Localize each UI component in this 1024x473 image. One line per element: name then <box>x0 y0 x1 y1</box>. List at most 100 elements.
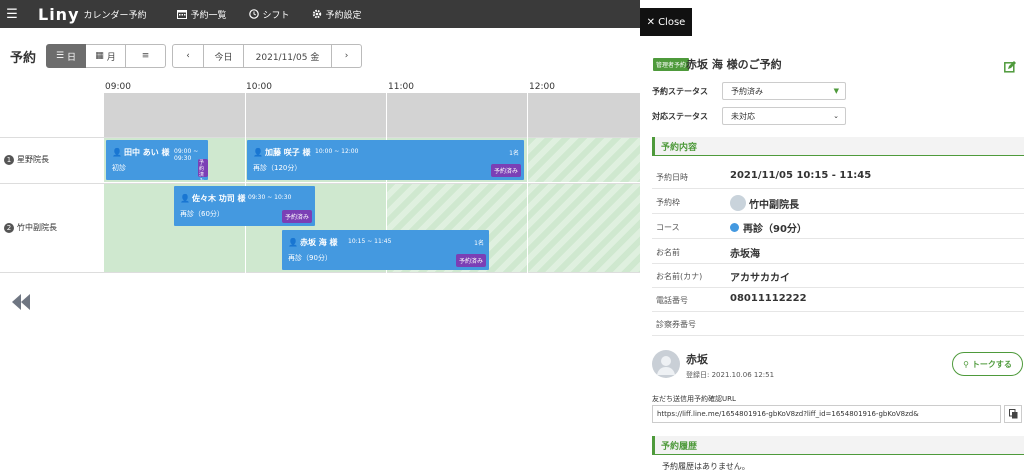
talk-button-label: トークする <box>971 359 1012 369</box>
day-view-label: 日 <box>67 52 77 63</box>
nav-item-shift[interactable]: シフト <box>248 8 290 21</box>
appointment-time: 10:15 ~ 11:45 <box>348 238 392 245</box>
close-button[interactable]: ✕ Close <box>640 8 692 36</box>
person-icon: 👤 <box>112 148 122 157</box>
course-color-dot <box>730 223 739 232</box>
next-day-button[interactable]: › <box>332 44 363 68</box>
detail-value-text: 竹中副院長 <box>749 199 799 211</box>
close-icon: ✕ <box>646 16 656 28</box>
appointment-name-text: 赤坂 海 様 <box>299 238 338 247</box>
toolbar: 予約 ☰ 日 ▦ 月 ≡ ‹ 今日 2021/11/05 金 › <box>10 44 363 68</box>
month-view-button[interactable]: ▦ 月 <box>86 44 127 68</box>
appointment-count: 1名 <box>509 150 519 157</box>
detail-label: 予約枠 <box>656 198 680 207</box>
appointment-card[interactable]: 👤田中 あい 様 09:00 ~ 09:30 初診 予約済み <box>106 140 208 180</box>
support-status-label: 対応ステータス <box>652 112 708 121</box>
detail-row: 予約日時 2021/11/05 10:15 - 11:45 <box>652 165 1024 189</box>
history-empty-text: 予約履歴はありません。 <box>662 462 750 471</box>
detail-row: お名前(カナ) アカサカカイ <box>652 264 1024 288</box>
page-title: 予約 <box>10 50 37 66</box>
appointment-card[interactable]: 👤 佐々木 功司 様 09:30 ~ 10:30 再診（60分） 予約済み <box>174 186 315 226</box>
status-label: 予約ステータス <box>652 87 708 96</box>
detail-value: 08011112222 <box>730 293 807 304</box>
chevron-down-icon: ⌄ <box>833 112 839 120</box>
detail-label: 電話番号 <box>656 296 688 305</box>
edit-icon[interactable] <box>1004 58 1016 77</box>
appointment-count: 1名 <box>474 240 484 247</box>
section-header-history: 予約履歴 <box>652 436 1024 454</box>
person-icon: 👤 <box>253 148 263 157</box>
detail-label: コース <box>656 223 680 232</box>
hour-label: 10:00 <box>246 82 272 92</box>
hour-divider <box>245 93 246 273</box>
appointment-course: 再診（90分） <box>288 254 332 262</box>
list-view-icon: ≡ <box>141 51 150 61</box>
staff-number: 2 <box>4 222 14 233</box>
hour-divider <box>527 93 528 273</box>
panel-title: 赤坂 海 様のご予約 <box>686 58 782 71</box>
day-view-button[interactable]: ☰ 日 <box>46 44 87 68</box>
support-select-value: 未対応 <box>731 111 755 121</box>
confirmation-url-field[interactable]: https://liff.line.me/1654801916-gbKoV8zd… <box>652 405 1001 423</box>
double-chevron-left-icon <box>12 294 30 310</box>
copy-icon <box>1008 409 1017 419</box>
detail-row: お名前 赤坂海 <box>652 240 1024 264</box>
section-header-details: 予約内容 <box>652 137 1024 155</box>
staff-name: 竹中副院長 <box>17 223 57 232</box>
staff-number: 1 <box>4 154 14 165</box>
appointment-name-text: 田中 あい 様 <box>123 148 170 157</box>
admin-reservation-tag: 管理者予約 <box>653 58 690 71</box>
copy-button[interactable] <box>1004 405 1022 423</box>
support-status-select[interactable]: 未対応 ⌄ <box>722 107 846 125</box>
appointment-course: 初診 <box>112 164 126 172</box>
section-divider <box>652 155 1024 156</box>
staff-label: 2 竹中副院長 <box>4 222 57 233</box>
hamburger-icon[interactable]: ☰ <box>0 7 24 22</box>
appointment-name-text: 加藤 咲子 様 <box>264 148 311 157</box>
appointment-card[interactable]: 👤 赤坂 海 様 10:15 ~ 11:45 1名 再診（90分） 予約済み <box>282 230 489 270</box>
appointment-name: 👤 赤坂 海 様 <box>288 237 338 248</box>
person-icon: 👤 <box>180 194 190 203</box>
nav-item-settings[interactable]: 予約設定 <box>312 8 362 21</box>
url-label: 友だち送信用予約確認URL <box>652 395 736 403</box>
appointment-course: 再診（120分） <box>253 164 302 172</box>
detail-value: アカサカカイ <box>730 273 790 284</box>
appointment-time: 10:00 ~ 12:00 <box>315 148 359 155</box>
detail-value: 赤坂海 <box>730 249 760 260</box>
clock-icon <box>248 9 259 19</box>
current-date[interactable]: 2021/11/05 金 <box>244 44 333 68</box>
detail-row: 診察券番号 <box>652 312 1024 336</box>
calendar-grid-icon <box>176 10 187 19</box>
collapse-back-button[interactable] <box>10 293 32 315</box>
list-view-button[interactable]: ≡ <box>126 44 167 68</box>
chevron-right-icon: › <box>344 51 349 61</box>
prev-day-button[interactable]: ‹ <box>172 44 205 68</box>
appointment-name-text: 佐々木 功司 様 <box>191 194 246 203</box>
today-button[interactable]: 今日 <box>204 44 245 68</box>
detail-value: 再診（90分） <box>730 220 807 235</box>
appointment-name: 👤 佐々木 功司 様 <box>180 193 246 204</box>
hour-label: 12:00 <box>529 82 555 92</box>
hour-label: 09:00 <box>105 82 131 92</box>
staff-label: 1 星野院長 <box>4 154 49 165</box>
nav-item-label: 予約設定 <box>325 10 362 21</box>
appointment-card[interactable]: 👤 加藤 咲子 様 10:00 ~ 12:00 1名 再診（120分） 予約済み <box>247 140 524 180</box>
hour-label: 11:00 <box>388 82 414 92</box>
nav-item-label: シフト <box>262 10 290 21</box>
close-label: Close <box>658 16 686 28</box>
appointment-status-badge: 予約済み <box>490 164 521 177</box>
detail-row: コース 再診（90分） <box>652 215 1024 239</box>
status-select[interactable]: 予約済み ▼ <box>722 82 846 100</box>
link-icon: ⚲ <box>963 359 969 369</box>
talk-button[interactable]: ⚲ トークする <box>952 352 1023 376</box>
appointment-course: 再診（60分） <box>180 210 224 218</box>
nav-item-reservations[interactable]: 予約一覧 <box>176 8 227 21</box>
chevron-left-icon: ‹ <box>186 51 190 61</box>
detail-row: 予約枠 竹中副院長 <box>652 190 1024 214</box>
logo[interactable]: Liny <box>38 5 80 24</box>
detail-label: 診察券番号 <box>656 320 696 329</box>
logo-subtitle: カレンダー予約 <box>83 10 147 21</box>
appointment-name: 👤 田中 あい 様 <box>112 147 170 158</box>
nav-item-label: 予約一覧 <box>190 10 227 21</box>
appointment-status-badge: 予約済み <box>281 210 312 223</box>
